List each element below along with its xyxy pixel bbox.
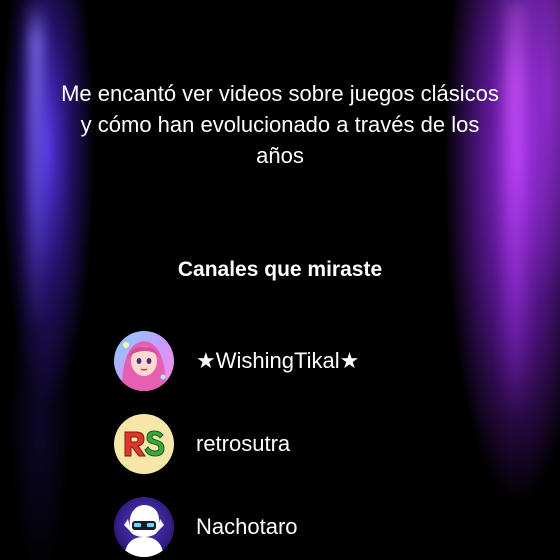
rs-logo-avatar-icon <box>114 414 174 474</box>
channel-name: ★WishingTikal★ <box>196 348 360 373</box>
channel-name: Nachotaro <box>196 514 298 539</box>
channel-item-nachotaro[interactable]: Nachotaro <box>114 497 298 557</box>
channel-name: retrosutra <box>196 431 291 456</box>
masked-character-avatar-icon <box>114 497 174 557</box>
channel-item-retrosutra[interactable]: retrosutra <box>114 414 290 474</box>
recap-card: Me encantó ver videos sobre juegos clási… <box>0 0 560 560</box>
section-title: Canales que miraste <box>177 258 383 281</box>
anime-girl-avatar-icon <box>114 331 174 391</box>
intro-text: Me encantó ver videos sobre juegos clási… <box>61 81 499 168</box>
channel-item-wishingtikal[interactable]: ★WishingTikal★ <box>114 331 359 391</box>
